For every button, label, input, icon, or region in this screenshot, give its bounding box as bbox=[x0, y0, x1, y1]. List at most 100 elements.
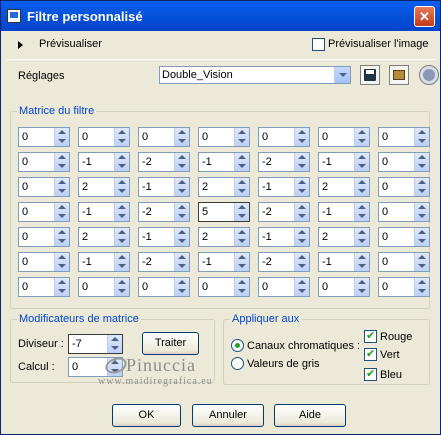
matrix-cell-spinner[interactable]: -2 bbox=[138, 252, 190, 272]
matrix-cell-spinner[interactable]: 0 bbox=[18, 127, 70, 147]
spinner-arrows-icon[interactable] bbox=[54, 178, 69, 196]
spinner-arrows-icon[interactable] bbox=[294, 228, 309, 246]
spinner-arrows-icon[interactable] bbox=[54, 153, 69, 171]
spinner-arrows-icon[interactable] bbox=[234, 128, 249, 146]
matrix-cell-spinner[interactable]: 0 bbox=[198, 127, 250, 147]
blue-checkbox[interactable] bbox=[364, 367, 377, 381]
matrix-cell-spinner[interactable]: 0 bbox=[18, 227, 70, 247]
spinner-arrows-icon[interactable] bbox=[114, 203, 129, 221]
spinner-arrows-icon[interactable] bbox=[174, 278, 189, 296]
matrix-cell-spinner[interactable]: 0 bbox=[378, 152, 430, 172]
preset-options-icon[interactable] bbox=[389, 65, 409, 85]
spinner-arrows-icon[interactable] bbox=[114, 128, 129, 146]
spinner-arrows-icon[interactable] bbox=[107, 335, 122, 353]
spinner-arrows-icon[interactable] bbox=[234, 203, 249, 221]
spinner-arrows-icon[interactable] bbox=[114, 228, 129, 246]
spinner-arrows-icon[interactable] bbox=[174, 203, 189, 221]
help-button[interactable]: Aide bbox=[274, 404, 346, 427]
spinner-arrows-icon[interactable] bbox=[54, 278, 69, 296]
spinner-arrows-icon[interactable] bbox=[234, 228, 249, 246]
spinner-arrows-icon[interactable] bbox=[234, 178, 249, 196]
matrix-cell-spinner[interactable]: 0 bbox=[18, 152, 70, 172]
spinner-arrows-icon[interactable] bbox=[294, 128, 309, 146]
matrix-cell-spinner[interactable]: 0 bbox=[18, 202, 70, 222]
matrix-cell-spinner[interactable]: 2 bbox=[318, 177, 370, 197]
matrix-cell-spinner[interactable]: 0 bbox=[78, 127, 130, 147]
matrix-cell-spinner[interactable]: 0 bbox=[378, 202, 430, 222]
preview-image-checkbox[interactable] bbox=[312, 38, 325, 51]
matrix-cell-spinner[interactable]: 0 bbox=[318, 277, 370, 297]
matrix-cell-spinner[interactable]: -1 bbox=[258, 177, 310, 197]
spinner-arrows-icon[interactable] bbox=[54, 253, 69, 271]
spinner-arrows-icon[interactable] bbox=[354, 153, 369, 171]
matrix-cell-spinner[interactable]: 5 bbox=[198, 202, 250, 222]
matrix-cell-spinner[interactable]: -1 bbox=[318, 252, 370, 272]
spinner-arrows-icon[interactable] bbox=[174, 178, 189, 196]
matrix-cell-spinner[interactable]: 2 bbox=[198, 177, 250, 197]
red-checkbox[interactable] bbox=[364, 329, 377, 343]
matrix-cell-spinner[interactable]: 0 bbox=[18, 277, 70, 297]
matrix-cell-spinner[interactable]: 2 bbox=[78, 227, 130, 247]
matrix-cell-spinner[interactable]: -1 bbox=[258, 227, 310, 247]
matrix-cell-spinner[interactable]: -1 bbox=[138, 227, 190, 247]
matrix-cell-spinner[interactable]: 0 bbox=[378, 252, 430, 272]
expand-triangle-icon[interactable] bbox=[18, 41, 23, 49]
matrix-cell-spinner[interactable]: 0 bbox=[18, 177, 70, 197]
spinner-arrows-icon[interactable] bbox=[174, 153, 189, 171]
divisor-spinner[interactable]: -7 bbox=[68, 334, 123, 354]
red-label[interactable]: Rouge bbox=[380, 331, 412, 343]
spinner-arrows-icon[interactable] bbox=[354, 278, 369, 296]
ok-button[interactable]: OK bbox=[112, 404, 181, 427]
spinner-arrows-icon[interactable] bbox=[414, 253, 429, 271]
spinner-arrows-icon[interactable] bbox=[354, 178, 369, 196]
spinner-arrows-icon[interactable] bbox=[354, 128, 369, 146]
spinner-arrows-icon[interactable] bbox=[414, 228, 429, 246]
reset-icon[interactable] bbox=[419, 65, 439, 85]
spinner-arrows-icon[interactable] bbox=[414, 128, 429, 146]
matrix-cell-spinner[interactable]: 0 bbox=[138, 127, 190, 147]
spinner-arrows-icon[interactable] bbox=[114, 178, 129, 196]
matrix-cell-spinner[interactable]: 2 bbox=[198, 227, 250, 247]
matrix-cell-spinner[interactable]: -2 bbox=[258, 202, 310, 222]
matrix-cell-spinner[interactable]: -1 bbox=[198, 252, 250, 272]
spinner-arrows-icon[interactable] bbox=[174, 228, 189, 246]
grey-values-label[interactable]: Valeurs de gris bbox=[247, 358, 320, 370]
spinner-arrows-icon[interactable] bbox=[54, 128, 69, 146]
matrix-cell-spinner[interactable]: -1 bbox=[318, 152, 370, 172]
matrix-cell-spinner[interactable]: -1 bbox=[78, 202, 130, 222]
matrix-cell-spinner[interactable]: 0 bbox=[18, 252, 70, 272]
matrix-cell-spinner[interactable]: 0 bbox=[378, 177, 430, 197]
spinner-arrows-icon[interactable] bbox=[354, 253, 369, 271]
matrix-cell-spinner[interactable]: 0 bbox=[78, 277, 130, 297]
presets-dropdown[interactable]: Double_Vision bbox=[159, 66, 351, 84]
matrix-cell-spinner[interactable]: 0 bbox=[258, 277, 310, 297]
save-preset-icon[interactable] bbox=[360, 65, 380, 85]
spinner-arrows-icon[interactable] bbox=[294, 153, 309, 171]
color-channels-label[interactable]: Canaux chromatiques : bbox=[247, 340, 360, 352]
spinner-arrows-icon[interactable] bbox=[114, 278, 129, 296]
color-channels-radio[interactable] bbox=[231, 339, 244, 352]
spinner-arrows-icon[interactable] bbox=[414, 178, 429, 196]
spinner-arrows-icon[interactable] bbox=[294, 253, 309, 271]
spinner-arrows-icon[interactable] bbox=[234, 278, 249, 296]
matrix-cell-spinner[interactable]: 2 bbox=[318, 227, 370, 247]
matrix-cell-spinner[interactable]: 0 bbox=[378, 277, 430, 297]
preview-image-label[interactable]: Prévisualiser l'image bbox=[328, 38, 429, 50]
matrix-cell-spinner[interactable]: 0 bbox=[378, 227, 430, 247]
spinner-arrows-icon[interactable] bbox=[294, 278, 309, 296]
spinner-arrows-icon[interactable] bbox=[54, 228, 69, 246]
matrix-cell-spinner[interactable]: 0 bbox=[258, 127, 310, 147]
matrix-cell-spinner[interactable]: 0 bbox=[318, 127, 370, 147]
spinner-arrows-icon[interactable] bbox=[174, 128, 189, 146]
matrix-cell-spinner[interactable]: 0 bbox=[378, 127, 430, 147]
matrix-cell-spinner[interactable]: -2 bbox=[138, 202, 190, 222]
spinner-arrows-icon[interactable] bbox=[114, 253, 129, 271]
spinner-arrows-icon[interactable] bbox=[354, 203, 369, 221]
matrix-cell-spinner[interactable]: 0 bbox=[198, 277, 250, 297]
spinner-arrows-icon[interactable] bbox=[414, 153, 429, 171]
spinner-arrows-icon[interactable] bbox=[174, 253, 189, 271]
matrix-cell-spinner[interactable]: 2 bbox=[78, 177, 130, 197]
matrix-cell-spinner[interactable]: -2 bbox=[138, 152, 190, 172]
green-checkbox[interactable] bbox=[364, 347, 377, 361]
spinner-arrows-icon[interactable] bbox=[234, 253, 249, 271]
